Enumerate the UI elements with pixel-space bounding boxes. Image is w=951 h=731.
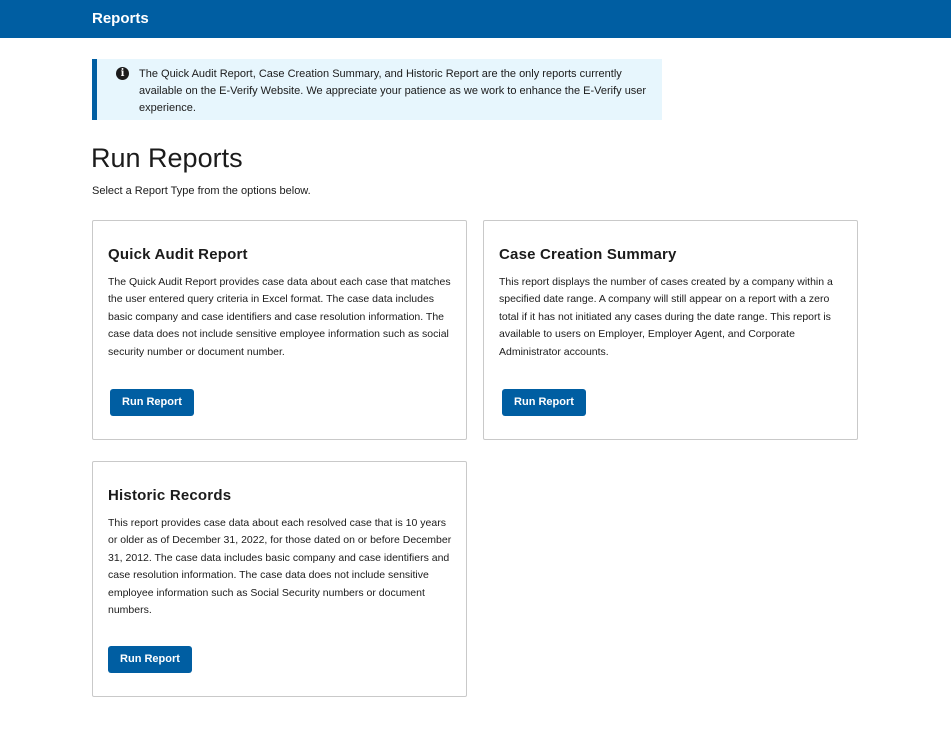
header-title: Reports — [92, 10, 149, 27]
card-title: Case Creation Summary — [499, 246, 677, 263]
report-card-case-creation-summary: Case Creation Summary This report displa… — [483, 220, 858, 440]
page-subtitle: Select a Report Type from the options be… — [92, 185, 311, 197]
run-report-button-case-creation-summary[interactable]: Run Report — [502, 389, 586, 416]
card-description: This report displays the number of cases… — [499, 276, 833, 358]
run-report-button-quick-audit[interactable]: Run Report — [110, 389, 194, 416]
page-title: Run Reports — [91, 143, 243, 173]
alert-text: The Quick Audit Report, Case Creation Su… — [139, 68, 647, 114]
card-description: This report provides case data about eac… — [108, 517, 452, 617]
info-alert: i The Quick Audit Report, Case Creation … — [92, 59, 662, 120]
top-header-bar: Reports — [0, 0, 951, 38]
info-icon: i — [116, 67, 129, 80]
card-description: The Quick Audit Report provides case dat… — [108, 276, 451, 358]
report-card-historic-records: Historic Records This report provides ca… — [92, 461, 467, 697]
report-card-quick-audit: Quick Audit Report The Quick Audit Repor… — [92, 220, 467, 440]
run-report-button-historic-records[interactable]: Run Report — [108, 646, 192, 673]
card-title: Quick Audit Report — [108, 246, 248, 263]
card-title: Historic Records — [108, 487, 232, 504]
